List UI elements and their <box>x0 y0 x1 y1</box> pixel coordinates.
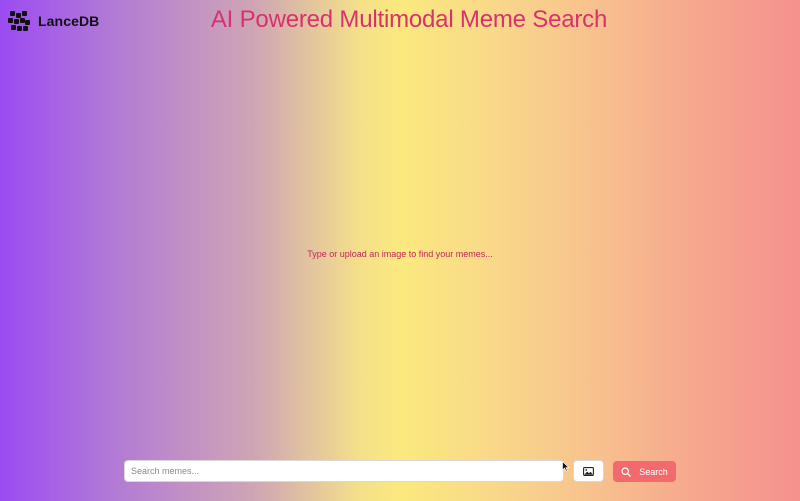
search-button-label: Search <box>639 466 668 477</box>
search-input[interactable] <box>124 460 564 482</box>
search-button[interactable]: Search <box>613 461 676 482</box>
search-icon <box>621 466 632 477</box>
empty-state-message: Type or upload an image to find your mem… <box>307 249 493 259</box>
image-upload-button[interactable] <box>573 460 604 482</box>
page-title: AI Powered Multimodal Meme Search <box>210 6 608 33</box>
image-icon <box>583 466 594 476</box>
mouse-cursor-icon <box>562 461 570 472</box>
